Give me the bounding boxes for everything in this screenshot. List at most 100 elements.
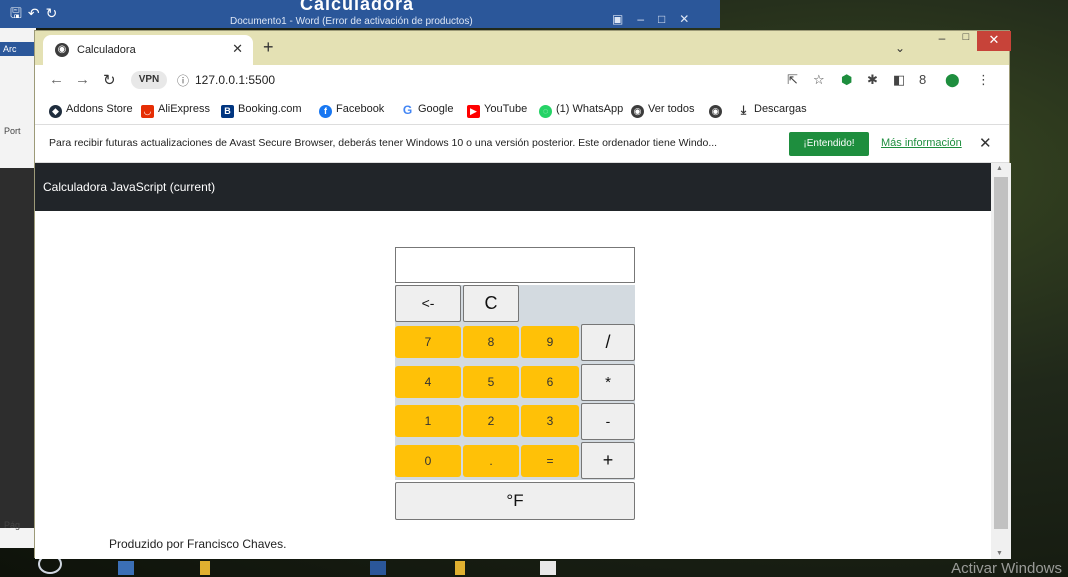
bookmark-addons-store[interactable]: ◆ Addons Store xyxy=(49,103,133,118)
info-icon[interactable]: ⓘ xyxy=(177,72,189,89)
subtract-button[interactable]: - xyxy=(581,403,635,440)
tab-title: Calculadora xyxy=(77,44,136,56)
google-icon: G xyxy=(401,103,414,117)
calculator-keypad: <- C 7 8 9 / 4 5 6 * 1 2 3 - 0 . = + xyxy=(395,285,635,480)
bookmark-label: Descargas xyxy=(754,103,807,115)
scroll-down-icon[interactable]: ▼ xyxy=(996,550,1003,557)
backspace-button[interactable]: <- xyxy=(395,285,461,322)
facebook-icon: f xyxy=(319,105,332,118)
adblock-shield-icon[interactable]: ⬢ xyxy=(841,72,852,88)
word-dark-strip xyxy=(0,168,36,528)
word-window-controls: ▣–□✕ xyxy=(612,12,704,26)
bookmark-label: Addons Store xyxy=(66,103,133,115)
sidebar-icon[interactable]: ◧ xyxy=(893,72,905,88)
more-info-link[interactable]: Más información xyxy=(881,137,962,149)
globe-icon: ◉ xyxy=(709,105,722,118)
bookmark-google[interactable]: G Google xyxy=(401,103,453,117)
bookmark-ver-todos[interactable]: ◉ Ver todos xyxy=(631,103,694,118)
clear-button[interactable]: C xyxy=(463,285,519,322)
bookmark-descargas[interactable]: ⤓ Descargas xyxy=(737,103,807,117)
key-0[interactable]: 0 xyxy=(395,445,461,477)
fahrenheit-button[interactable]: °F xyxy=(395,482,635,520)
multiply-button[interactable]: * xyxy=(581,364,635,401)
navbar-brand[interactable]: Calculadora JavaScript (current) xyxy=(43,180,215,194)
bookmark-globe[interactable]: ◉ xyxy=(709,103,726,118)
add-button[interactable]: + xyxy=(581,442,635,479)
folder-icon[interactable] xyxy=(455,561,465,575)
maximize-button[interactable]: □ xyxy=(955,31,977,49)
bookmark-facebook[interactable]: f Facebook xyxy=(319,103,384,118)
bookmarks-bar: ◆ Addons Store ◡ AliExpress B Booking.com f… xyxy=(35,95,1009,125)
key-1[interactable]: 1 xyxy=(395,405,461,437)
key-9[interactable]: 9 xyxy=(521,326,579,358)
page-navbar: Calculadora JavaScript (current) xyxy=(35,163,991,211)
taskbar-app-icon[interactable] xyxy=(118,561,134,575)
tab-strip: ◉ Calculadora ✕ + ⌄ – □ ✕ xyxy=(35,31,1011,65)
page-footer: Produzido por Francisco Chaves. xyxy=(109,537,287,551)
word-label-port: Port xyxy=(4,126,21,136)
close-tab-icon[interactable]: ✕ xyxy=(232,41,243,57)
share-icon[interactable]: ⇱ xyxy=(787,72,798,88)
bookmark-label: Google xyxy=(418,103,454,115)
bookmark-label: Ver todos xyxy=(648,103,695,115)
bookmark-label: Facebook xyxy=(336,103,385,115)
bookmark-aliexpress[interactable]: ◡ AliExpress xyxy=(141,103,210,118)
profile-icon[interactable]: 8 xyxy=(919,72,926,87)
bookmark-label: (1) WhatsApp xyxy=(556,103,624,115)
vpn-button[interactable]: VPN xyxy=(131,71,167,89)
scroll-up-icon[interactable]: ▲ xyxy=(996,165,1003,172)
address-bar[interactable]: 127.0.0.1:5500 xyxy=(195,73,275,87)
youtube-icon: ▶ xyxy=(467,105,480,118)
menu-kebab-icon[interactable]: ⋮ xyxy=(977,72,990,88)
word-taskbar-icon[interactable] xyxy=(370,561,386,575)
bookmark-youtube[interactable]: ▶ YouTube xyxy=(467,103,527,118)
download-icon: ⤓ xyxy=(737,104,750,117)
forward-arrow-icon[interactable]: → xyxy=(75,71,90,88)
bookmark-booking[interactable]: B Booking.com xyxy=(221,103,302,118)
bookmark-label: Booking.com xyxy=(238,103,302,115)
word-file-tab[interactable]: Arc xyxy=(0,42,36,56)
entendido-button[interactable]: ¡Entendido! xyxy=(789,132,869,156)
word-left-panel: Arc Port Pág xyxy=(0,28,36,548)
word-quick-access-icons: 🖫↶↻ xyxy=(10,5,64,21)
minimize-button[interactable]: – xyxy=(931,31,953,49)
chevron-down-icon[interactable]: ⌄ xyxy=(895,41,905,55)
close-infobar-icon[interactable]: ✕ xyxy=(979,134,992,152)
browser-toolbar: ← → ↻ VPN ⓘ 127.0.0.1:5500 ⇱ ☆ ⬢ ✱ ◧ 8 ⬤… xyxy=(35,65,1009,95)
document-icon[interactable] xyxy=(540,561,556,575)
bookmark-star-icon[interactable]: ☆ xyxy=(813,72,825,88)
folder-icon[interactable] xyxy=(200,561,210,575)
background-overlay-title: Calculadora xyxy=(300,0,415,14)
close-window-button[interactable]: ✕ xyxy=(977,31,1011,51)
aliexpress-icon: ◡ xyxy=(141,105,154,118)
key-7[interactable]: 7 xyxy=(395,326,461,358)
key-2[interactable]: 2 xyxy=(463,405,519,437)
word-window-title: Documento1 - Word (Error de activación d… xyxy=(230,16,473,27)
tab-calculadora[interactable]: ◉ Calculadora ✕ xyxy=(43,35,253,65)
extensions-icon[interactable]: ✱ xyxy=(867,72,878,88)
globe-icon: ◉ xyxy=(631,105,644,118)
decimal-button[interactable]: . xyxy=(463,445,519,477)
bookmark-whatsapp[interactable]: ◌ (1) WhatsApp xyxy=(539,103,623,118)
back-arrow-icon[interactable]: ← xyxy=(49,71,64,88)
bookmark-label: AliExpress xyxy=(158,103,210,115)
browser-window: ◉ Calculadora ✕ + ⌄ – □ ✕ ← → ↻ VPN ⓘ 12… xyxy=(34,30,1011,559)
activate-windows-watermark: Activar Windows xyxy=(951,560,1062,577)
security-check-icon[interactable]: ⬤ xyxy=(945,72,960,88)
infobar-message: Para recibir futuras actualizaciones de … xyxy=(49,137,718,149)
whatsapp-icon: ◌ xyxy=(539,105,552,118)
calculator-display[interactable] xyxy=(395,247,635,283)
globe-icon: ◉ xyxy=(55,43,69,57)
divide-button[interactable]: / xyxy=(581,324,635,361)
new-tab-button[interactable]: + xyxy=(263,37,274,58)
page-viewport: Calculadora JavaScript (current) <- C 7 … xyxy=(35,163,991,559)
key-6[interactable]: 6 xyxy=(521,366,579,398)
reload-icon[interactable]: ↻ xyxy=(103,71,116,89)
key-3[interactable]: 3 xyxy=(521,405,579,437)
equals-button[interactable]: = xyxy=(521,445,579,477)
key-8[interactable]: 8 xyxy=(463,326,519,358)
key-4[interactable]: 4 xyxy=(395,366,461,398)
key-5[interactable]: 5 xyxy=(463,366,519,398)
scrollbar-thumb[interactable] xyxy=(994,177,1008,529)
vertical-scrollbar[interactable]: ▲ ▼ xyxy=(991,163,1011,559)
